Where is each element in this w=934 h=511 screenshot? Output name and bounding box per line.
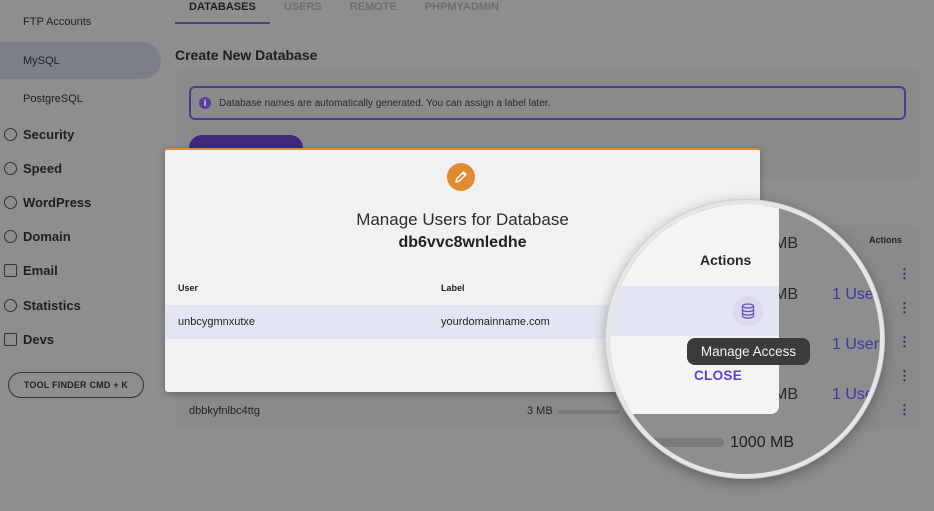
user-count-link[interactable]: 1 User: [832, 336, 879, 354]
sidebar-item-label: MySQL: [23, 55, 60, 67]
column-header-user: User: [178, 283, 199, 293]
sidebar-item-security[interactable]: Security: [4, 127, 74, 142]
info-notice: i Database names are automatically gener…: [189, 86, 906, 120]
sidebar-item-postgresql[interactable]: PostgreSQL: [23, 93, 83, 105]
pencil-icon: [447, 163, 475, 191]
user-cell: unbcygmnxutxe: [178, 316, 256, 328]
code-icon: [4, 333, 17, 346]
kebab-menu-icon[interactable]: ⋮: [898, 266, 911, 282]
sidebar-item-label: Domain: [23, 229, 71, 244]
chart-icon: [4, 299, 17, 312]
sidebar-item-domain[interactable]: Domain: [4, 229, 71, 244]
sidebar-item-label: Speed: [23, 161, 63, 176]
sidebar-item-label: FTP Accounts: [23, 16, 92, 28]
sidebar-item-devs[interactable]: Devs: [4, 332, 54, 347]
shield-icon: [4, 128, 17, 141]
user-count-link[interactable]: 1 User: [832, 386, 879, 404]
tab-bar: DATABASES USERS REMOTE PHPMYADMIN: [175, 0, 513, 24]
close-button[interactable]: CLOSE: [694, 368, 742, 383]
actions-column-header: Actions: [869, 235, 903, 245]
sidebar-item-label: Security: [23, 127, 75, 142]
modal-zoomed: Actions CLOSE: [610, 204, 779, 414]
sidebar: FTP Accounts MySQL PostgreSQL Security S…: [0, 0, 165, 511]
max-size-text: 1000 MB: [730, 434, 795, 451]
kebab-menu-icon[interactable]: ⋮: [898, 334, 911, 350]
column-header-actions: Actions: [700, 252, 752, 268]
sidebar-item-label: Statistics: [23, 298, 81, 313]
magnifier-lens: MB MB MB MB 1 User 1 User 1 User 1000 MB…: [606, 200, 884, 478]
column-header-label: Label: [441, 283, 465, 293]
info-icon: i: [199, 97, 211, 109]
globe-icon: [4, 230, 17, 243]
tab-remote[interactable]: REMOTE: [336, 0, 411, 24]
sidebar-item-label: WordPress: [23, 195, 92, 210]
kebab-menu-icon[interactable]: ⋮: [898, 402, 911, 418]
label-cell: yourdomainname.com: [441, 316, 550, 328]
kebab-menu-icon[interactable]: ⋮: [898, 300, 911, 316]
notice-text: Database names are automatically generat…: [219, 97, 551, 109]
section-title: Create New Database: [175, 47, 318, 63]
database-icon: [741, 303, 755, 319]
kebab-menu-icon[interactable]: ⋮: [898, 368, 911, 384]
tab-databases[interactable]: DATABASES: [175, 0, 270, 24]
sidebar-item-email[interactable]: Email: [4, 263, 58, 278]
sidebar-item-wordpress[interactable]: WordPress: [4, 195, 91, 210]
mail-icon: [4, 264, 17, 277]
sidebar-item-mysql[interactable]: MySQL: [23, 55, 60, 67]
database-size: 3 MB: [527, 405, 553, 417]
user-count-link[interactable]: 1 User: [832, 286, 879, 304]
wordpress-icon: [4, 196, 17, 209]
sidebar-item-label: Email: [23, 263, 58, 278]
usage-bar: [610, 438, 724, 447]
sidebar-item-speed[interactable]: Speed: [4, 161, 62, 176]
tab-users[interactable]: USERS: [270, 0, 336, 24]
manage-access-button[interactable]: [733, 296, 763, 326]
sidebar-item-label: Devs: [23, 332, 55, 347]
manage-access-tooltip: Manage Access: [687, 338, 810, 365]
sidebar-item-ftp-accounts[interactable]: FTP Accounts: [23, 16, 91, 28]
sidebar-item-statistics[interactable]: Statistics: [4, 298, 81, 313]
database-name: dbbkyfnlbc4ttg: [189, 405, 260, 417]
sidebar-item-label: PostgreSQL: [23, 93, 83, 105]
gauge-icon: [4, 162, 17, 175]
tool-finder-button[interactable]: TOOL FINDER CMD + K: [8, 372, 144, 398]
tab-phpmyadmin[interactable]: PHPMYADMIN: [411, 0, 513, 24]
